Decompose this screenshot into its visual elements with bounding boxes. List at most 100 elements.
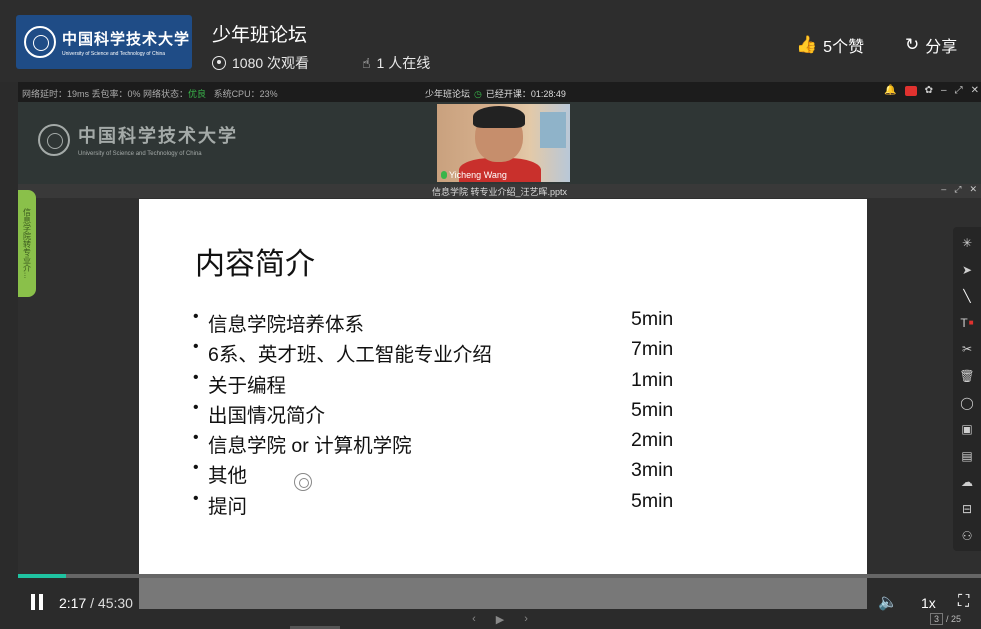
volume-icon[interactable]: 🔈 xyxy=(878,592,898,612)
group-icon[interactable]: ⚇ xyxy=(955,524,979,548)
pause-button[interactable] xyxy=(31,594,45,610)
agenda-item-duration: 5min xyxy=(631,308,674,330)
slide: 内容简介 • 信息学院培养体系 5min • 6系、英才班、人工智能专业介绍 7min • 关… xyxy=(139,199,867,575)
cloud-icon[interactable]: ☁ xyxy=(955,470,979,494)
agenda-item-duration: 5min xyxy=(631,398,674,421)
toolbox-icon[interactable]: ⊟ xyxy=(955,497,979,521)
webcam-name: Yicheng Wang xyxy=(449,170,507,180)
select-icon[interactable]: ➤ xyxy=(955,258,979,282)
document-titlebar: 信息学院 转专业介绍_汪艺晖.pptx – ⤢ ✕ xyxy=(18,184,981,198)
logo-name-en: University of Science and Technology of … xyxy=(62,50,166,57)
agenda-item-duration: 1min xyxy=(631,368,674,391)
laser-pointer-icon xyxy=(294,473,312,491)
like-button[interactable]: 👍 5个赞 xyxy=(796,33,864,57)
agenda-item-label: 提问 xyxy=(208,495,248,518)
eraser-icon[interactable]: 🗑 xyxy=(955,364,979,388)
webcam-video[interactable]: Yicheng Wang xyxy=(437,104,570,182)
agenda-item-duration: 7min xyxy=(631,338,674,361)
agenda-item-label: 信息学院培养体系 xyxy=(208,314,365,336)
record-icon[interactable] xyxy=(904,85,917,96)
board-logo-en: University of Science and Technology of … xyxy=(78,151,202,157)
agenda-item-label: 出国情况简介 xyxy=(208,404,326,427)
agenda-item-label: 其他 xyxy=(208,465,248,488)
view-count: 1080 次观看 xyxy=(212,53,309,73)
doc-close-icon[interactable]: ✕ xyxy=(969,184,977,195)
agenda-item: • 提问 5min xyxy=(193,490,693,520)
page-current[interactable]: 3 xyxy=(930,613,944,625)
classroom-status-bar: 网络延时：19ms 丢包率：0% 网络状态：优良 系统CPU：23% 少年班论坛… xyxy=(18,82,981,102)
webcam-label: Yicheng Wang xyxy=(441,170,507,180)
board-seal-icon xyxy=(38,123,70,156)
like-count: 5个赞 xyxy=(823,39,865,56)
bullet: • xyxy=(193,338,199,356)
prev-slide-icon[interactable]: ‹ xyxy=(472,613,476,625)
scissors-icon[interactable]: ✂ xyxy=(955,337,979,361)
seal-icon xyxy=(24,26,56,58)
cpu-usage: 系统CPU：23% xyxy=(213,89,278,99)
share-button[interactable]: ↻ 分享 xyxy=(905,33,957,57)
eye-icon xyxy=(212,56,226,70)
mic-icon xyxy=(441,171,447,179)
agenda-item-label: 6系、英才班、人工智能专业介绍 xyxy=(208,344,492,367)
comment-icon[interactable]: ▤ xyxy=(955,444,979,468)
net-quality: 优良 xyxy=(188,89,207,99)
text-icon[interactable]: T ■ xyxy=(955,311,979,335)
agenda-item: • 其他 3min xyxy=(193,459,693,489)
page-counter: 3 / 25 xyxy=(930,613,961,625)
agenda-item: • 出国情况简介 5min xyxy=(193,399,693,429)
hand-icon: ☝ xyxy=(362,54,371,71)
agenda-item-duration: 5min xyxy=(631,489,674,512)
room-info: 少年班论坛 ◷ 已经开课：01:28:49 xyxy=(425,87,566,100)
bell-icon[interactable]: 🔔 xyxy=(884,85,896,96)
fullscreen-icon[interactable]: ⛶ xyxy=(958,593,969,611)
agenda-item: • 6系、英才班、人工智能专业介绍 7min xyxy=(193,338,693,368)
online-count-text: 1 人在线 xyxy=(376,55,431,71)
thumbs-up-icon: 👍 xyxy=(796,35,818,54)
online-count: ☝ 1 人在线 xyxy=(362,53,430,73)
agenda-item: • 信息学院培养体系 5min xyxy=(193,308,693,338)
document-controls: – ⤢ ✕ xyxy=(941,184,977,195)
window-controls: 🔔 ✿ – ⤢ ✕ xyxy=(884,85,979,96)
agenda-item-duration: 3min xyxy=(631,459,674,482)
agenda-item: • 关于编程 1min xyxy=(193,369,693,399)
clock-icon: ◷ xyxy=(474,89,482,99)
elapsed-time: 已经开课：01:28:49 xyxy=(485,89,566,99)
app-window: 中国科学技术大学 University of Science and Techn… xyxy=(0,0,981,629)
laser-icon[interactable]: ◯ xyxy=(955,391,979,415)
bullet: • xyxy=(193,459,199,477)
total-time: 45:30 xyxy=(97,595,133,611)
top-header: 中国科学技术大学 University of Science and Techn… xyxy=(0,0,981,82)
slide-nav: ‹ ▶ › xyxy=(450,609,550,629)
agenda-item: • 信息学院 or 计算机学院 2min xyxy=(193,429,693,459)
annotation-toolbar: ✳ ➤ ╲ T ■ ✂ 🗑 ◯ ▣ ▤ ☁ ⊟ ⚇ xyxy=(953,227,981,551)
document-filename: 信息学院 转专业介绍_汪艺晖.pptx xyxy=(431,187,568,197)
restore-icon[interactable]: ⤢ xyxy=(955,85,963,96)
board-logo: 中国科学技术大学 University of Science and Techn… xyxy=(38,122,238,157)
bullet: • xyxy=(193,368,199,386)
network-status: 网络延时：19ms 丢包率：0% 网络状态：优良 系统CPU：23% xyxy=(22,87,278,100)
formula-icon[interactable]: ▣ xyxy=(955,417,979,441)
bullet: • xyxy=(193,429,199,447)
agenda-item-duration: 2min xyxy=(631,429,674,452)
next-slide-icon[interactable]: › xyxy=(524,613,528,625)
doc-restore-icon[interactable]: ⤢ xyxy=(954,184,961,195)
close-icon[interactable]: ✕ xyxy=(971,85,979,96)
bullet: • xyxy=(193,308,199,325)
page-title: 少年班论坛 xyxy=(212,25,308,46)
slide-title: 内容简介 xyxy=(195,248,315,281)
document-side-tab[interactable]: 信息学院转专业介... xyxy=(18,190,36,297)
time-display: 2:17 / 45:30 xyxy=(59,595,133,611)
doc-minimize-icon[interactable]: – xyxy=(941,184,946,195)
view-count-text: 1080 次观看 xyxy=(232,55,310,71)
share-icon: ↻ xyxy=(905,35,920,54)
agenda-item-label: 信息学院 or 计算机学院 xyxy=(208,435,412,458)
speed-button[interactable]: 1x xyxy=(921,595,936,611)
magic-pointer-icon[interactable]: ✳ xyxy=(955,231,979,255)
current-time: 2:17 xyxy=(59,595,87,611)
play-slide-icon[interactable]: ▶ xyxy=(496,613,504,626)
pen-icon[interactable]: ╲ xyxy=(955,284,979,308)
ustc-logo: 中国科学技术大学 University of Science and Techn… xyxy=(16,15,192,69)
gear-icon[interactable]: ✿ xyxy=(925,85,933,96)
bullet: • xyxy=(193,398,199,416)
minimize-icon[interactable]: – xyxy=(941,85,947,96)
